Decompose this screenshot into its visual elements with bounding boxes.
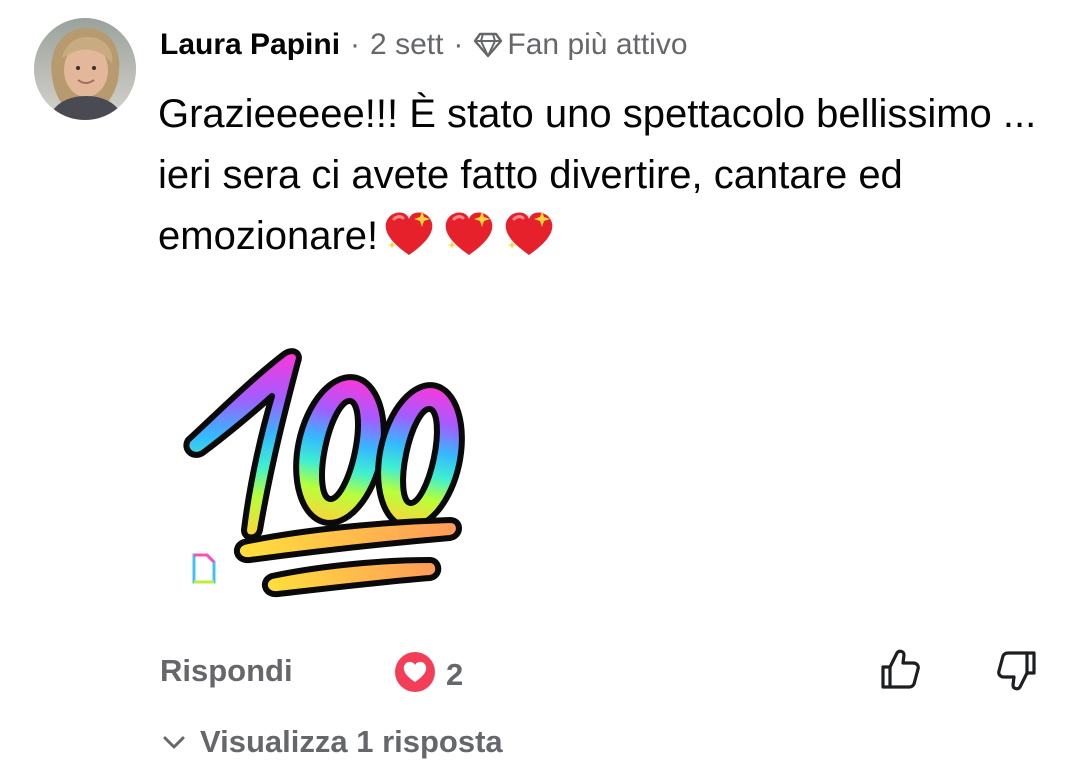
- reply-button[interactable]: Rispondi: [160, 653, 293, 689]
- hundred-points-sticker[interactable]: [180, 340, 470, 600]
- reaction-count: 2: [446, 656, 464, 692]
- separator-dot: ·: [453, 28, 464, 61]
- reaction-summary[interactable]: 2: [394, 651, 463, 698]
- sparkling-heart-icon: [442, 207, 496, 259]
- top-fan-badge: Fan più attivo: [507, 28, 688, 61]
- comment-timestamp[interactable]: 2 sett: [370, 28, 443, 62]
- diamond-icon: [473, 32, 503, 58]
- author-avatar[interactable]: [34, 18, 136, 120]
- chevron-down-icon: [160, 728, 188, 756]
- author-name[interactable]: Laura Papini: [160, 28, 340, 62]
- comment-meta: · 2 sett · Fan più attivo: [340, 28, 687, 62]
- comment-actions: Rispondi 2: [160, 645, 1040, 701]
- image-placeholder-icon: [190, 552, 220, 586]
- view-replies-button[interactable]: Visualizza 1 risposta: [160, 724, 503, 760]
- comment-text: Grazieeeee!!! È stato uno spettacolo bel…: [158, 92, 1037, 258]
- love-reaction-icon: [394, 651, 436, 698]
- thumbs-down-icon[interactable]: [992, 645, 1042, 695]
- view-replies-label: Visualizza 1 risposta: [200, 724, 503, 759]
- sparkling-heart-icon: [502, 207, 556, 259]
- avatar-photo: [34, 18, 136, 120]
- thumbs-up-icon[interactable]: [875, 645, 925, 695]
- separator-dot: ·: [350, 28, 361, 61]
- comment-body: Grazieeeee!!! È stato uno spettacolo bel…: [158, 84, 1058, 267]
- sparkling-heart-icon: [382, 207, 436, 259]
- comment-header: Laura Papini · 2 sett · Fan più attivo: [160, 22, 688, 68]
